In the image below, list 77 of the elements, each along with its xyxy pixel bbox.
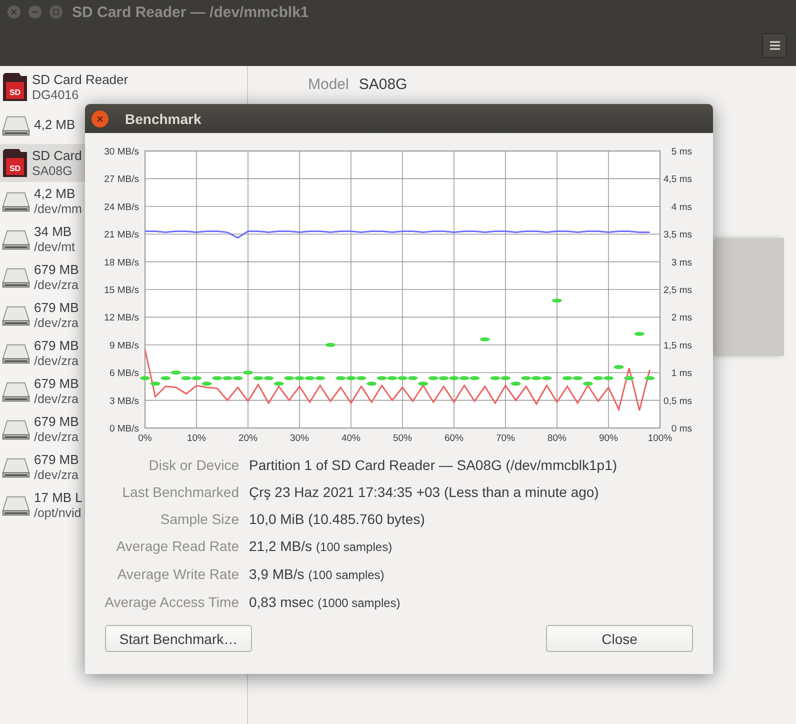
device-name: SD Card xyxy=(32,148,82,164)
device-subtitle: SA08G xyxy=(32,164,74,178)
info-note: (100 samples) xyxy=(308,567,384,584)
axis-label: 100% xyxy=(648,433,672,444)
device-subtitle: DG4016 xyxy=(32,88,80,102)
axis-label: 3,5 ms xyxy=(663,230,692,241)
axis-label: 30 MB/s xyxy=(104,146,139,158)
axis-label: 2 ms xyxy=(671,312,692,324)
axis-label: 70% xyxy=(496,433,515,444)
axis-label: 60% xyxy=(444,433,464,444)
axis-label: 9 MB/s xyxy=(109,340,139,352)
axis-label: 40% xyxy=(342,433,360,444)
sd-card-icon: SD xyxy=(2,148,28,178)
axis-label: 6 MB/s xyxy=(109,368,139,380)
device-name: 4,2 MB xyxy=(34,186,76,202)
axis-label: 50% xyxy=(393,433,412,444)
device-subtitle: /opt/nvid xyxy=(34,506,82,520)
axis-label: 4,5 ms xyxy=(663,174,692,186)
axis-label: 0 MB/s xyxy=(109,424,139,434)
device-name: 679 MB xyxy=(34,452,79,468)
axis-label: 0 ms xyxy=(671,424,692,434)
axis-label: 2,5 ms xyxy=(663,285,692,296)
device-name: 679 MB xyxy=(34,414,79,430)
info-value: 21,2 MB/s xyxy=(249,538,312,555)
axis-label: 1 ms xyxy=(671,368,692,380)
info-note: (1000 samples) xyxy=(318,595,400,612)
field-label: Model xyxy=(308,76,349,93)
device-subtitle: /dev/zra xyxy=(34,278,79,292)
info-label: Average Access Time xyxy=(104,594,239,612)
device-name: 679 MB xyxy=(34,376,79,392)
field-value: SA08G xyxy=(358,76,408,93)
axis-label: 21 MB/s xyxy=(104,230,139,241)
axis-label: 12 MB/s xyxy=(104,312,139,324)
device-name: 679 MB xyxy=(34,262,79,278)
device-name: 679 MB xyxy=(34,300,79,316)
device-name: 4,2 MB xyxy=(34,117,76,133)
axis-label: 90% xyxy=(599,433,618,444)
device-subtitle: /dev/zra xyxy=(34,468,79,482)
axis-label: 1,5 ms xyxy=(663,340,692,352)
info-label: Sample Size xyxy=(159,511,239,528)
info-value: 10,0 MiB (10.485.760 bytes) xyxy=(249,511,425,528)
device-name: 34 MB xyxy=(34,224,73,240)
axis-label: 10% xyxy=(187,433,206,444)
device-subtitle: /dev/zra xyxy=(34,316,79,330)
info-value: 3,9 MB/s xyxy=(249,566,304,583)
info-label: Disk or Device xyxy=(148,457,239,474)
axis-label: 80% xyxy=(548,433,566,444)
device-name: 17 MB L xyxy=(34,490,82,506)
axis-label: 5 ms xyxy=(671,146,692,158)
info-value: 0,83 msec xyxy=(249,594,314,611)
axis-label: 18 MB/s xyxy=(104,257,139,268)
device-name: SD Card Reader xyxy=(32,72,128,88)
axis-label: 0% xyxy=(138,433,152,444)
sd-card-icon: SD xyxy=(2,72,28,102)
info-value: Çrş 23 Haz 2021 17:34:35 +03 (Less than a minute ago) xyxy=(249,484,599,501)
axis-label: 20% xyxy=(238,433,258,444)
device-subtitle: /dev/mt xyxy=(34,240,75,254)
axis-label: 30% xyxy=(290,433,309,444)
axis-label: 3 MB/s xyxy=(109,396,139,407)
device-subtitle: /dev/zra xyxy=(34,354,79,368)
axis-label: 0,5 ms xyxy=(663,396,692,407)
device-subtitle: /dev/zra xyxy=(34,392,79,406)
info-label: Average Read Rate xyxy=(115,538,239,556)
axis-label: 3 ms xyxy=(671,257,692,268)
info-note: (100 samples) xyxy=(316,539,392,556)
info-label: Last Benchmarked xyxy=(121,484,239,501)
axis-label: 24 MB/s xyxy=(104,202,139,213)
axis-label: 27 MB/s xyxy=(104,174,139,186)
dialog-title: Benchmark xyxy=(125,110,202,126)
device-subtitle: /dev/zra xyxy=(34,430,79,444)
axis-label: 15 MB/s xyxy=(104,285,139,296)
device-subtitle: /dev/mm xyxy=(34,202,82,216)
axis-label: 4 ms xyxy=(671,202,692,213)
info-value: Partition 1 of SD Card Reader — SA08G (/dev/mmcblk1p1) xyxy=(249,457,618,474)
device-name: 679 MB xyxy=(34,338,79,354)
info-label: Average Write Rate xyxy=(116,566,239,584)
window-title: SD Card Reader — /dev/mmcblk1 xyxy=(72,4,309,21)
